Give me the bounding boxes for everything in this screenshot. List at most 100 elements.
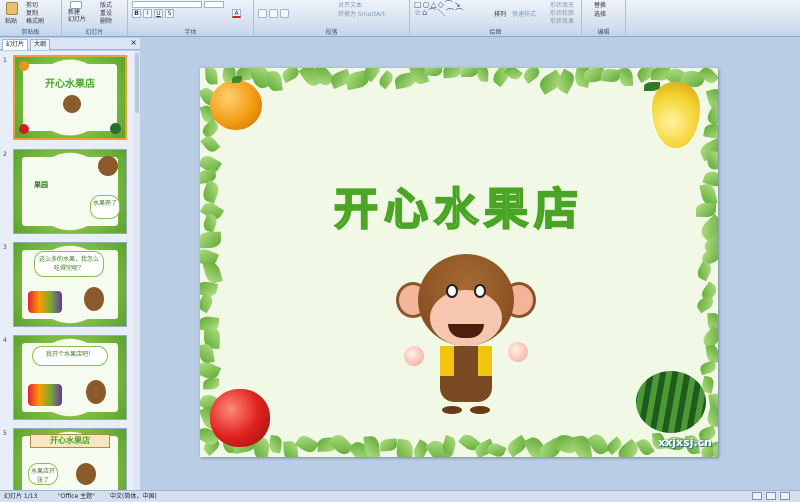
slides-group: 新建 幻灯片 版式 重设 删除 幻灯片 (62, 0, 128, 37)
align-left-icon[interactable] (258, 9, 267, 18)
leaf-decoration (521, 68, 542, 84)
leaf-decoration (476, 68, 489, 83)
clipboard-group-label: 剪贴板 (21, 29, 40, 36)
paragraph-group-label: 段落 (325, 29, 338, 36)
leaf-decoration (619, 68, 633, 87)
drawing-group-label: 绘图 (489, 29, 502, 36)
slide-thumbnail-4[interactable]: 我开个水果店吧！ (13, 335, 127, 420)
shape-effects-button[interactable]: 形状效果 (550, 16, 574, 25)
shapes-gallery[interactable]: □○△◇⌒↘ ☆⌂⌒＼⌒⌒ (414, 1, 484, 17)
thumbnail-number: 3 (3, 244, 7, 251)
thumbnail-cloud-text: 水果店开张了 (28, 463, 58, 485)
leaf-decoration (376, 69, 396, 89)
leaf-decoration (695, 294, 716, 314)
thumbnail-number: 5 (3, 430, 7, 437)
paragraph-group: 对齐文本 转换为 SmartArt 段落 (254, 0, 410, 37)
panel-tabs: 幻灯片 大纲 × (0, 38, 140, 50)
normal-view-icon[interactable] (752, 492, 762, 500)
leaf-decoration (705, 406, 718, 429)
font-size-box[interactable] (204, 1, 224, 8)
smartart-button[interactable]: 转换为 SmartArt (338, 9, 385, 18)
leaf-decoration (200, 133, 221, 155)
thumbnail-number: 2 (3, 151, 7, 158)
slide-thumbnail-1[interactable]: 开心水果店 (13, 55, 127, 140)
watermelon-image (636, 371, 706, 433)
slide-thumbnail-5[interactable]: 开心水果店 水果店开张了 (13, 428, 127, 490)
align-text-button[interactable]: 对齐文本 (338, 0, 362, 9)
leaf-decoration (363, 435, 381, 457)
underline-button[interactable]: U (154, 9, 163, 18)
monkey-image (396, 254, 536, 414)
editing-group-label: 编辑 (597, 29, 610, 36)
orange-image (210, 76, 262, 130)
drawing-group: □○△◇⌒↘ ☆⌂⌒＼⌒⌒ 排列 快速样式 形状填充 形状轮廓 形状效果 绘图 (410, 0, 582, 37)
arrange-button[interactable]: 排列 (494, 9, 506, 18)
theme-indicator: "Office 主题" (58, 493, 95, 500)
delete-button[interactable]: 删除 (100, 16, 112, 25)
slide-thumbnail-2[interactable]: 果园 水果熟了 (13, 149, 127, 234)
status-bar: 幻灯片 1/13 "Office 主题" 中文(简体，中国) (0, 490, 800, 502)
clipboard-group: 粘贴 剪切 复制 格式刷 剪贴板 (0, 0, 62, 37)
thumbnail-center-text: 果园 (34, 181, 48, 189)
fruit-basket-image (28, 291, 62, 313)
tab-slides[interactable]: 幻灯片 (2, 39, 29, 50)
leaf-decoration (695, 261, 714, 282)
thumbnail-cloud-text: 水果熟了 (90, 195, 120, 219)
monkey-image (63, 95, 81, 113)
pear-image (644, 82, 700, 148)
align-right-icon[interactable] (280, 9, 289, 18)
leaf-decoration (460, 68, 479, 78)
font-group: B I U S A 字体 (128, 0, 254, 37)
panel-scrollbar[interactable] (134, 51, 140, 490)
replace-button[interactable]: 替换 (594, 0, 606, 9)
fruit-basket-image (28, 384, 62, 406)
font-color-button[interactable]: A (232, 9, 241, 18)
leaf-decoration (698, 359, 718, 376)
monkey-image (84, 287, 104, 311)
leaf-decoration (704, 102, 718, 126)
italic-button[interactable]: I (143, 9, 152, 18)
main-slide[interactable]: xxjxsj.cn 开心水果店 (200, 68, 718, 457)
scrollbar-thumb[interactable] (135, 53, 139, 113)
thumbnail-title: 开心水果店 (30, 434, 110, 448)
orange-image (19, 61, 29, 71)
leaf-decoration (600, 68, 621, 84)
shadow-button[interactable]: S (165, 9, 174, 18)
editing-group: 替换 选择 编辑 (582, 0, 626, 37)
new-slide-icon (70, 1, 82, 9)
paste-button[interactable]: 粘贴 (5, 16, 17, 25)
bold-button[interactable]: B (132, 9, 141, 18)
align-center-icon[interactable] (269, 9, 278, 18)
font-name-box[interactable] (132, 1, 202, 8)
leaf-decoration (266, 70, 283, 92)
tab-outline[interactable]: 大纲 (30, 39, 51, 50)
thumbnail-number: 4 (3, 337, 7, 344)
paste-icon (6, 2, 18, 15)
thumbnail-title: 开心水果店 (45, 79, 95, 90)
thumbnail-cloud-text: 我开个水果店吧！ (32, 346, 108, 366)
leaf-decoration (294, 433, 319, 456)
slideshow-icon[interactable] (780, 492, 790, 500)
ribbon: 粘贴 剪切 复制 格式刷 剪贴板 新建 幻灯片 版式 重设 删除 幻灯片 B I… (0, 0, 800, 37)
new-slide-button[interactable]: 新建 幻灯片 (68, 9, 86, 23)
font-group-label: 字体 (184, 29, 197, 36)
format-painter-button[interactable]: 格式刷 (26, 16, 44, 25)
slide-indicator: 幻灯片 1/13 (4, 493, 38, 500)
slide-sorter-icon[interactable] (766, 492, 776, 500)
leaf-decoration (327, 431, 354, 457)
watermelon-image (110, 123, 121, 134)
leaf-decoration (203, 377, 220, 390)
monkey-image (86, 380, 106, 404)
leaf-decoration (395, 438, 414, 457)
slide-title[interactable]: 开心水果店 (200, 173, 718, 237)
thumbnail-cloud-text: 这么多的水果，我怎么吃得完呢？ (34, 251, 104, 277)
thumbnail-number: 1 (3, 57, 7, 64)
watermark-text: xxjxsj.cn (658, 436, 712, 449)
select-button[interactable]: 选择 (594, 9, 606, 18)
quick-styles-button[interactable]: 快速样式 (512, 9, 536, 18)
slide-thumbnail-3[interactable]: 这么多的水果，我怎么吃得完呢？ (13, 242, 127, 327)
monkey-image (98, 156, 118, 176)
language-indicator[interactable]: 中文(简体，中国) (110, 491, 157, 502)
close-icon[interactable]: × (130, 38, 137, 47)
leaf-decoration (268, 434, 284, 454)
